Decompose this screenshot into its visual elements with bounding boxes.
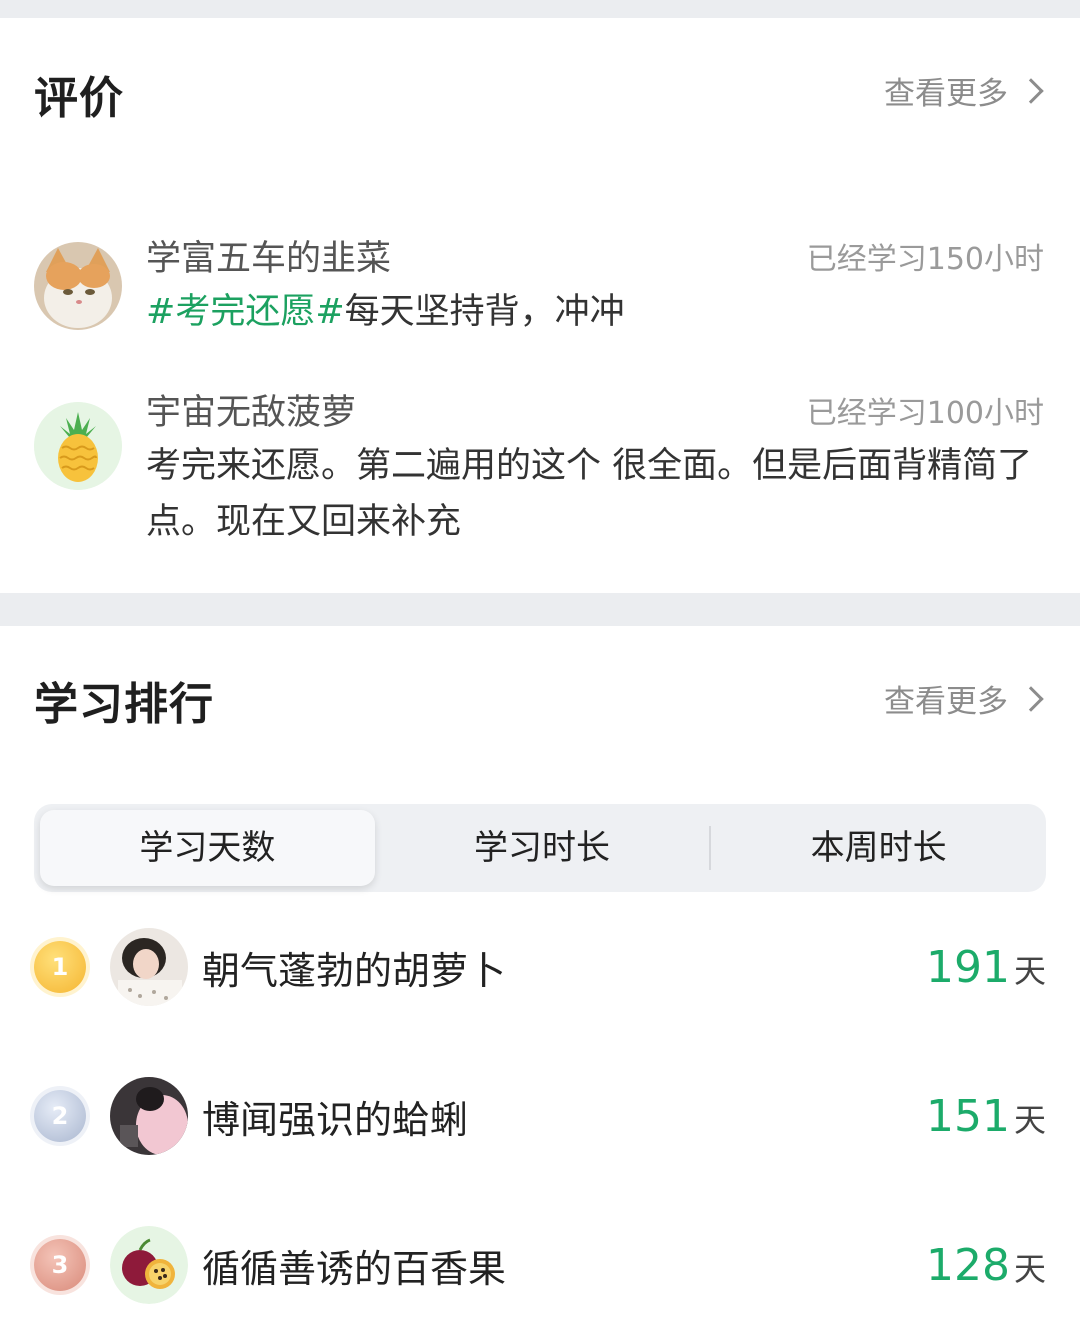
cat-avatar-icon[interactable]	[34, 242, 122, 330]
ranking-number: 151	[926, 1090, 1010, 1142]
reviews-card: 评价 查看更多 学富五车的韭菜 已经学习150小时 #考完还愿#每天坚持背，冲冲	[0, 18, 1080, 593]
ranking-number: 128	[926, 1239, 1010, 1291]
chevron-right-icon	[1018, 77, 1044, 104]
review-hashtag[interactable]: #考完还愿#	[146, 292, 345, 332]
ranking-unit: 天	[1013, 951, 1046, 990]
review-text: 每天坚持背，冲冲	[344, 292, 625, 332]
ranking-value: 191 天	[926, 942, 1046, 993]
ranking-row[interactable]: 3 循循善诱的百香果 128 天	[34, 1225, 1046, 1305]
review-item: 学富五车的韭菜 已经学习150小时 #考完还愿#每天坚持背，冲冲	[34, 230, 1044, 340]
ranking-value: 151 天	[926, 1091, 1046, 1142]
ranking-unit: 天	[1013, 1100, 1046, 1139]
reviews-more-label: 查看更多	[884, 76, 1008, 112]
user-avatar[interactable]	[110, 1077, 188, 1155]
review-study-hours: 已经学习100小时	[806, 396, 1044, 431]
reviews-more-link[interactable]: 查看更多	[884, 68, 1044, 113]
ranking-card: 学习排行 查看更多 学习天数 学习时长 本周时长 1 朝气蓬勃的胡萝卜 191	[0, 626, 1080, 1340]
ranking-more-label: 查看更多	[884, 684, 1008, 720]
passionfruit-avatar-icon[interactable]	[110, 1226, 188, 1304]
top-gap	[0, 0, 1080, 18]
silver-medal-icon: 2	[34, 1090, 86, 1142]
ranking-unit: 天	[1013, 1249, 1046, 1288]
section-gap	[0, 593, 1080, 626]
reviews-title: 评价	[34, 73, 124, 124]
ranking-row[interactable]: 1 朝气蓬勃的胡萝卜 191 天	[34, 927, 1046, 1007]
review-study-hours: 已经学习150小时	[806, 242, 1044, 277]
ranking-username: 循循善诱的百香果	[202, 1246, 507, 1291]
gold-medal-icon: 1	[34, 941, 86, 993]
tab-weekly-duration[interactable]: 本周时长	[711, 810, 1046, 886]
ranking-username: 朝气蓬勃的胡萝卜	[202, 948, 507, 993]
chevron-right-icon	[1018, 685, 1044, 712]
review-content: #考完还愿#每天坚持背，冲冲	[146, 284, 1044, 340]
ranking-more-link[interactable]: 查看更多	[884, 676, 1044, 721]
ranking-number: 191	[926, 941, 1010, 993]
ranking-title: 学习排行	[34, 679, 214, 730]
ranking-username: 博闻强识的蛤蜊	[202, 1097, 469, 1142]
user-avatar[interactable]	[110, 928, 188, 1006]
tab-study-days[interactable]: 学习天数	[40, 810, 375, 886]
review-item: 宇宙无敌菠萝 已经学习100小时 考完来还愿。第二遍用的这个 很全面。但是后面背…	[34, 384, 1044, 554]
bronze-medal-icon: 3	[34, 1239, 86, 1291]
ranking-row[interactable]: 2 博闻强识的蛤蜊 151 天	[34, 1076, 1046, 1156]
review-text: 考完来还愿。第二遍用的这个 很全面。但是后面背精简了点。现在又回来补充	[146, 446, 1033, 542]
ranking-value: 128 天	[926, 1240, 1046, 1291]
tab-study-duration[interactable]: 学习时长	[375, 810, 710, 886]
pineapple-avatar-icon[interactable]	[34, 402, 122, 490]
review-author: 宇宙无敌菠萝	[146, 393, 357, 433]
ranking-tab-bar: 学习天数 学习时长 本周时长	[34, 804, 1046, 892]
review-author: 学富五车的韭菜	[146, 239, 392, 279]
